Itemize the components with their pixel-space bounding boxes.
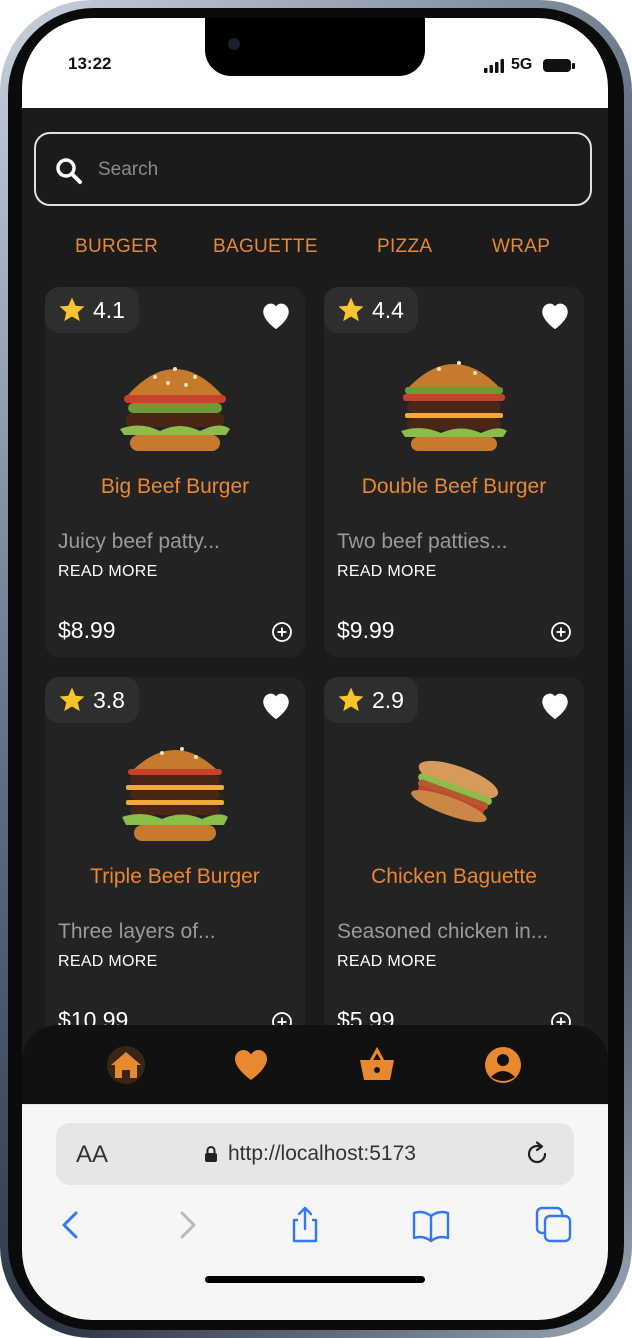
- forward-icon[interactable]: [166, 1205, 206, 1245]
- star-icon: [338, 297, 364, 322]
- product-price: $8.99: [58, 617, 116, 643]
- search-box[interactable]: [34, 132, 592, 206]
- product-card[interactable]: 4.4 Double Beef Burger Two beef patties.…: [324, 287, 584, 657]
- reload-icon[interactable]: [522, 1139, 552, 1169]
- baguette-image: [411, 760, 499, 823]
- star-icon: [59, 687, 85, 712]
- app-content: BURGER BAGUETTE PIZZA WRAP 4.1 Big Beef …: [22, 108, 608, 1120]
- status-bar: 13:22 5G: [22, 18, 608, 108]
- search-input[interactable]: [96, 152, 560, 188]
- back-icon[interactable]: [52, 1205, 92, 1245]
- basket-icon[interactable]: [357, 1045, 397, 1085]
- burger-image: [122, 747, 228, 841]
- home-icon[interactable]: [106, 1045, 146, 1085]
- heart-icon[interactable]: [231, 1045, 271, 1085]
- product-name: Double Beef Burger: [361, 475, 547, 498]
- read-more-link[interactable]: READ MORE: [337, 563, 437, 581]
- battery-tip: [572, 63, 575, 69]
- product-card[interactable]: 2.9 Chicken Baguette Seasoned chicken in…: [324, 677, 584, 1057]
- read-more-link[interactable]: READ MORE: [58, 563, 158, 581]
- category-tab-burger[interactable]: BURGER: [75, 236, 158, 258]
- add-to-cart-icon[interactable]: [550, 621, 572, 643]
- product-name: Big Beef Burger: [100, 475, 250, 498]
- rating-value: 4.1: [93, 296, 125, 323]
- status-time: 13:22: [68, 54, 112, 73]
- star-icon: [59, 297, 85, 322]
- home-indicator: [205, 1276, 425, 1283]
- lock-icon: [205, 1146, 217, 1162]
- favorite-heart-icon[interactable]: [538, 689, 572, 721]
- favorite-heart-icon[interactable]: [538, 299, 572, 331]
- rating-badge: 4.1: [45, 287, 139, 333]
- category-tab-wrap[interactable]: WRAP: [492, 236, 550, 258]
- product-description: Seasoned chicken in...: [337, 920, 549, 943]
- product-description: Juicy beef patty...: [58, 530, 220, 553]
- category-tabs: BURGER BAGUETTE PIZZA WRAP: [22, 236, 608, 266]
- browser-toolbar: AA http://localhost:5173: [22, 1104, 608, 1320]
- camera-icon: [228, 38, 240, 50]
- category-tab-pizza[interactable]: PIZZA: [377, 236, 432, 258]
- phone-screen: 13:22 5G BURGER BAGUETTE PIZZA WRAP: [22, 18, 608, 1320]
- product-card[interactable]: 3.8 Triple Beef Burger Three layers of..…: [45, 677, 305, 1057]
- search-icon: [56, 158, 82, 184]
- read-more-link[interactable]: READ MORE: [337, 953, 437, 971]
- bottom-nav: [22, 1025, 608, 1105]
- rating-badge: 4.4: [324, 287, 418, 333]
- product-description: Three layers of...: [58, 920, 216, 943]
- product-card[interactable]: 4.1 Big Beef Burger Juicy beef patty... …: [45, 287, 305, 657]
- address-bar[interactable]: AA http://localhost:5173: [56, 1123, 574, 1185]
- bookmarks-icon[interactable]: [411, 1205, 451, 1245]
- battery-icon: [543, 59, 571, 72]
- rating-value: 3.8: [93, 686, 125, 713]
- network-label: 5G: [511, 56, 533, 73]
- rating-value: 4.4: [372, 296, 404, 323]
- burger-image: [120, 367, 230, 451]
- add-to-cart-icon[interactable]: [271, 621, 293, 643]
- category-tab-baguette[interactable]: BAGUETTE: [213, 236, 318, 258]
- rating-badge: 2.9: [324, 677, 418, 723]
- favorite-heart-icon[interactable]: [259, 689, 293, 721]
- product-price: $9.99: [337, 617, 395, 643]
- rating-value: 2.9: [372, 686, 404, 713]
- product-description: Two beef patties...: [337, 530, 508, 553]
- read-more-link[interactable]: READ MORE: [58, 953, 158, 971]
- share-icon[interactable]: [285, 1205, 325, 1245]
- favorite-heart-icon[interactable]: [259, 299, 293, 331]
- rating-badge: 3.8: [45, 677, 139, 723]
- user-icon[interactable]: [483, 1045, 523, 1085]
- reader-button[interactable]: AA: [76, 1141, 108, 1169]
- tabs-icon[interactable]: [534, 1205, 574, 1245]
- url-text: http://localhost:5173: [228, 1142, 416, 1165]
- product-name: Chicken Baguette: [371, 865, 537, 888]
- star-icon: [338, 687, 364, 712]
- signal-icon: [484, 59, 504, 73]
- product-name: Triple Beef Burger: [90, 865, 260, 888]
- burger-image: [401, 361, 507, 451]
